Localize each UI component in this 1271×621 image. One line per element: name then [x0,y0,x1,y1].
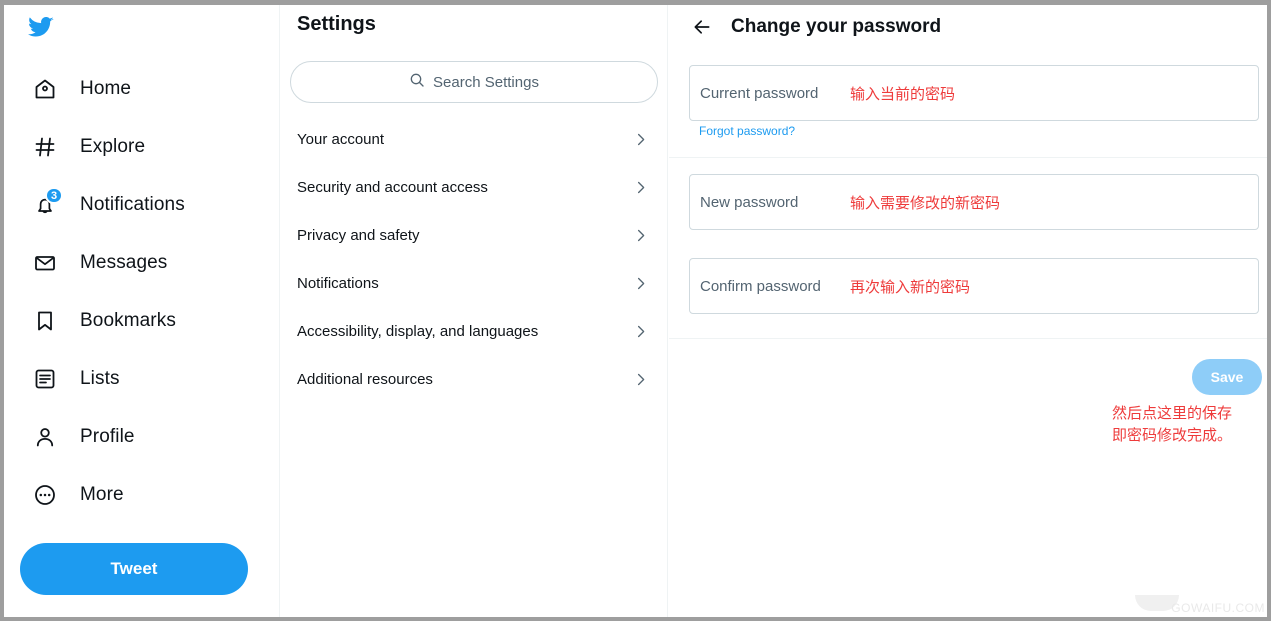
settings-item-label: Notifications [297,274,379,292]
arrow-left-icon[interactable] [685,10,719,44]
chevron-right-icon [633,276,648,291]
sidebar-item-profile[interactable]: Profile [4,408,280,466]
page-title: Change your password [731,16,942,37]
bell-icon: 3 [30,187,64,220]
home-icon [30,74,60,104]
change-password-panel: Change your password Current password 输入… [669,5,1271,617]
twitter-bird-icon[interactable] [26,7,70,47]
field-label: Confirm password [700,277,821,295]
bookmark-icon [30,306,60,336]
confirm-password-field[interactable]: Confirm password 再次输入新的密码 [689,258,1259,314]
search-placeholder: Search Settings [433,73,539,91]
sidebar-item-label: Explore [80,136,146,157]
settings-item-additional-resources[interactable]: Additional resources [280,355,668,403]
annotation-save-instruction: 然后点这里的保存 即密码修改完成。 [1112,405,1233,444]
ellipsis-circle-icon [30,480,60,510]
chevron-right-icon [633,228,648,243]
section-divider [669,157,1271,158]
settings-column: Settings Search Settings Your account Se… [280,5,668,617]
sidebar-item-explore[interactable]: Explore [4,118,280,176]
sidebar-nav-list: Home Explore 3 Notifications Messages Bo… [4,60,280,524]
sidebar-item-bookmarks[interactable]: Bookmarks [4,292,280,350]
window-frame-edge [1267,0,1271,621]
panel-header: Change your password [669,5,1271,49]
sidebar-item-messages[interactable]: Messages [4,234,280,292]
forgot-password-link[interactable]: Forgot password? [699,124,795,138]
person-icon [30,422,60,452]
settings-item-your-account[interactable]: Your account [280,115,668,163]
envelope-icon [30,248,60,278]
chevron-right-icon [633,324,648,339]
sidebar-item-more[interactable]: More [4,466,280,524]
notifications-badge: 3 [45,187,64,204]
new-password-field[interactable]: New password 输入需要修改的新密码 [689,174,1259,230]
settings-item-label: Privacy and safety [297,226,420,244]
chevron-right-icon [633,372,648,387]
annotation-confirm-password: 再次输入新的密码 [850,278,971,296]
sidebar-item-label: Bookmarks [80,310,176,331]
field-label: New password [700,193,799,211]
settings-item-label: Security and account access [297,178,488,196]
field-label: Current password [700,84,819,102]
settings-item-label: Additional resources [297,370,433,388]
search-icon [409,72,425,93]
current-password-field[interactable]: Current password 输入当前的密码 [689,65,1259,121]
sidebar-item-label: Notifications [80,194,185,215]
twitter-settings-window: Home Explore 3 Notifications Messages Bo… [4,5,1271,617]
save-button[interactable]: Save [1192,359,1262,395]
settings-title: Settings [297,13,376,35]
search-settings-input[interactable]: Search Settings [290,61,658,103]
sidebar-item-label: Lists [80,368,120,389]
chevron-right-icon [633,132,648,147]
chevron-right-icon [633,180,648,195]
sidebar-item-home[interactable]: Home [4,60,280,118]
settings-item-notifications[interactable]: Notifications [280,259,668,307]
primary-sidebar: Home Explore 3 Notifications Messages Bo… [4,5,280,617]
hashtag-icon [30,132,60,162]
settings-item-privacy-and-safety[interactable]: Privacy and safety [280,211,668,259]
sidebar-item-label: Home [80,78,132,99]
annotation-current-password: 输入当前的密码 [850,85,956,103]
sidebar-item-label: Messages [80,252,168,273]
settings-item-label: Your account [297,130,385,148]
section-divider [669,338,1271,339]
settings-item-label: Accessibility, display, and languages [297,322,539,340]
tweet-button[interactable]: Tweet [20,543,248,595]
watermark-text: GOWAIFU.COM [1171,601,1265,615]
sidebar-item-label: Profile [80,426,135,447]
list-icon [30,364,60,394]
annotation-new-password: 输入需要修改的新密码 [850,194,1001,212]
sidebar-item-lists[interactable]: Lists [4,350,280,408]
sidebar-item-label: More [80,484,124,505]
settings-item-security-and-account-access[interactable]: Security and account access [280,163,668,211]
settings-list: Your account Security and account access… [280,115,668,403]
sidebar-item-notifications[interactable]: 3 Notifications [4,176,280,234]
settings-item-accessibility-display-and-languages[interactable]: Accessibility, display, and languages [280,307,668,355]
